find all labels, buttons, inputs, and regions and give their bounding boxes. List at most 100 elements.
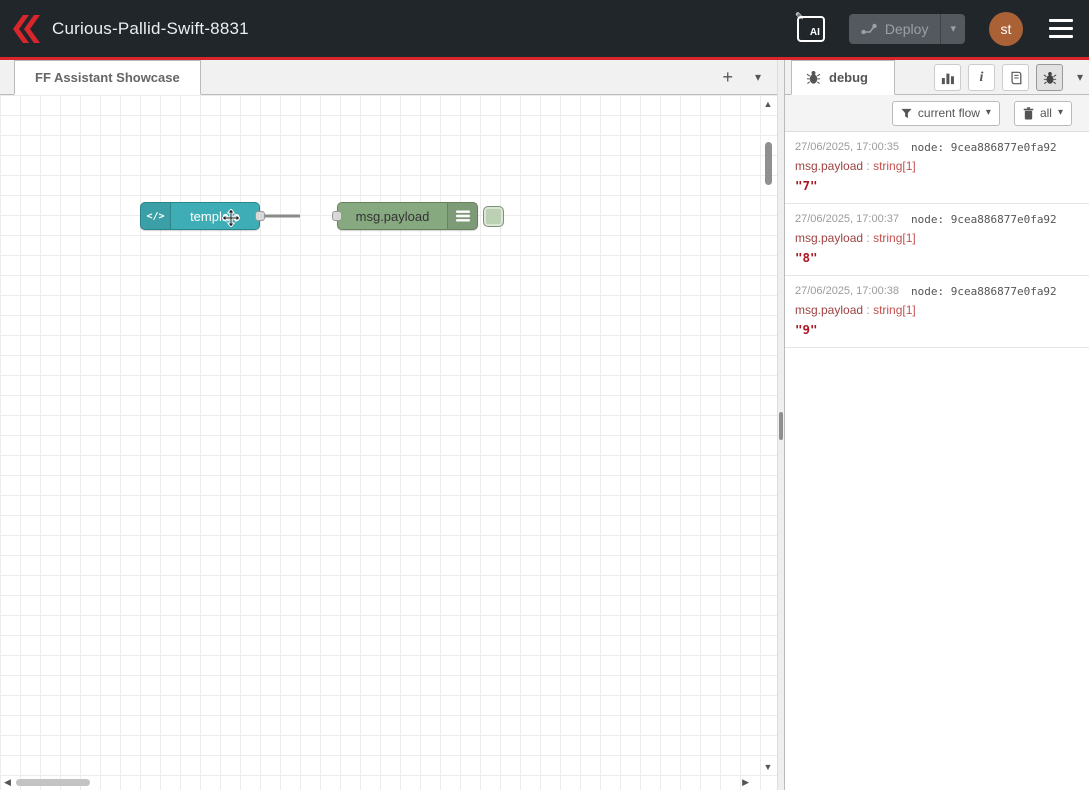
property-path: msg.payload [795, 159, 863, 173]
message-meta: 27/06/2025, 17:00:37 node: 9cea886877e0f… [795, 213, 1079, 226]
clear-all-button[interactable]: all ▾ [1014, 101, 1072, 126]
hamburger-icon [1049, 19, 1073, 22]
message-node-id: node: 9cea886877e0fa92 [911, 285, 1057, 298]
debug-tab-button[interactable] [1036, 64, 1063, 91]
deploy-button[interactable]: Deploy ▾ [849, 14, 965, 44]
page-title: Curious-Pallid-Swift-8831 [52, 19, 249, 39]
debug-message[interactable]: 27/06/2025, 17:00:37 node: 9cea886877e0f… [785, 204, 1089, 276]
debug-node[interactable]: msg.payload [337, 202, 478, 230]
message-value: "7" [795, 178, 1079, 193]
property-path: msg.payload [795, 231, 863, 245]
clear-button-label: all [1040, 106, 1052, 120]
filter-current-flow-button[interactable]: current flow ▾ [892, 101, 1000, 126]
canvas-horizontal-scrollbar[interactable]: ◀ ▶ [0, 775, 761, 789]
debug-input-port[interactable] [332, 211, 342, 221]
sidebar-tabs-chevron-icon[interactable]: ▾ [1077, 71, 1083, 83]
bug-icon [1043, 71, 1057, 85]
trash-icon [1023, 107, 1034, 120]
deploy-options-button[interactable]: ▾ [940, 14, 965, 44]
debug-enable-toggle[interactable] [483, 206, 504, 227]
message-property: msg.payload : string[1] [795, 159, 1079, 173]
message-node-id: node: 9cea886877e0fa92 [911, 141, 1057, 154]
template-node-icon: </> [141, 203, 171, 229]
flow-canvas[interactable]: </> template msg.payload [0, 95, 777, 790]
message-property: msg.payload : string[1] [795, 231, 1079, 245]
workspace-tabbar: FF Assistant Showcase + ▾ [0, 60, 777, 95]
book-icon [1009, 71, 1023, 85]
node-red-editor: Curious-Pallid-Swift-8831 ✎ AI Deploy ▾ [0, 0, 1089, 790]
scroll-left-icon[interactable]: ◀ [4, 775, 11, 789]
debug-message-list: 27/06/2025, 17:00:35 node: 9cea886877e0f… [785, 132, 1089, 790]
context-tab-button[interactable] [1002, 64, 1029, 91]
chevron-down-icon: ▾ [1058, 108, 1063, 118]
sidebar-tabbar: debug i [785, 60, 1089, 95]
tab-label: FF Assistant Showcase [35, 70, 180, 85]
tab-ff-assistant-showcase[interactable]: FF Assistant Showcase [14, 60, 201, 95]
deploy-button-label: Deploy [885, 21, 929, 37]
dashboard-tab-button[interactable] [934, 64, 961, 91]
funnel-icon [901, 108, 912, 119]
vertical-scrollbar-thumb[interactable] [765, 142, 772, 185]
debug-node-icon [447, 203, 477, 229]
flow-list-chevron-icon[interactable]: ▾ [755, 71, 761, 83]
tabbar-actions: + ▾ [722, 60, 761, 94]
hamburger-icon [1049, 35, 1073, 38]
canvas-vertical-scrollbar[interactable]: ▲ ▼ [761, 97, 775, 774]
info-icon: i [980, 70, 984, 86]
template-node[interactable]: </> template [140, 202, 260, 230]
property-separator: : [863, 303, 873, 317]
header: Curious-Pallid-Swift-8831 ✎ AI Deploy ▾ [0, 0, 1089, 60]
bar-chart-icon [941, 71, 955, 85]
template-output-port[interactable] [255, 211, 265, 221]
property-path: msg.payload [795, 303, 863, 317]
hamburger-icon [1049, 27, 1073, 30]
debug-node-label: msg.payload [338, 203, 447, 229]
message-meta: 27/06/2025, 17:00:38 node: 9cea886877e0f… [795, 285, 1079, 298]
user-avatar[interactable]: st [989, 12, 1023, 46]
sidebar: debug i [784, 60, 1089, 790]
main-menu-button[interactable] [1047, 15, 1075, 42]
debug-toolbar: current flow ▾ all ▾ [785, 95, 1089, 132]
chevron-down-icon: ▾ [986, 108, 991, 118]
flowfuse-logo-icon [10, 14, 42, 44]
property-separator: : [863, 231, 873, 245]
avatar-initials: st [1001, 21, 1012, 37]
sidebar-resize-handle[interactable] [777, 60, 784, 790]
ai-assistant-button[interactable]: ✎ AI [797, 16, 825, 42]
code-icon: </> [146, 211, 164, 222]
sidebar-tab-label: debug [829, 70, 868, 85]
message-value: "9" [795, 322, 1079, 337]
sidebar-tab-icons: i [934, 64, 1063, 91]
info-tab-button[interactable]: i [968, 64, 995, 91]
message-property: msg.payload : string[1] [795, 303, 1079, 317]
deploy-icon [861, 23, 877, 35]
message-timestamp: 27/06/2025, 17:00:35 [795, 141, 899, 154]
chevron-down-icon: ▾ [950, 22, 956, 35]
property-type: string[1] [873, 231, 916, 245]
message-value: "8" [795, 250, 1079, 265]
message-meta: 27/06/2025, 17:00:35 node: 9cea886877e0f… [795, 141, 1079, 154]
pencil-icon: ✎ [795, 10, 804, 23]
debug-list-icon [456, 210, 470, 222]
debug-message[interactable]: 27/06/2025, 17:00:35 node: 9cea886877e0f… [785, 132, 1089, 204]
sidebar-tab-debug[interactable]: debug [791, 60, 895, 95]
header-actions: ✎ AI Deploy ▾ st [797, 0, 1075, 57]
message-timestamp: 27/06/2025, 17:00:38 [795, 285, 899, 298]
ai-button-label: AI [810, 27, 820, 38]
scroll-right-icon[interactable]: ▶ [742, 775, 749, 789]
horizontal-scrollbar-thumb[interactable] [16, 779, 90, 786]
add-flow-button[interactable]: + [722, 68, 733, 86]
property-type: string[1] [873, 159, 916, 173]
property-separator: : [863, 159, 873, 173]
template-node-label: template [171, 203, 259, 229]
deploy-button-main: Deploy [849, 14, 941, 44]
bug-icon [806, 70, 821, 85]
debug-message[interactable]: 27/06/2025, 17:00:38 node: 9cea886877e0f… [785, 276, 1089, 348]
workspace: FF Assistant Showcase + ▾ </> template m… [0, 60, 777, 790]
filter-button-label: current flow [918, 106, 980, 120]
scroll-down-icon[interactable]: ▼ [761, 762, 775, 772]
property-type: string[1] [873, 303, 916, 317]
message-timestamp: 27/06/2025, 17:00:37 [795, 213, 899, 226]
scroll-up-icon[interactable]: ▲ [761, 99, 775, 109]
resize-grip-icon [779, 412, 783, 440]
